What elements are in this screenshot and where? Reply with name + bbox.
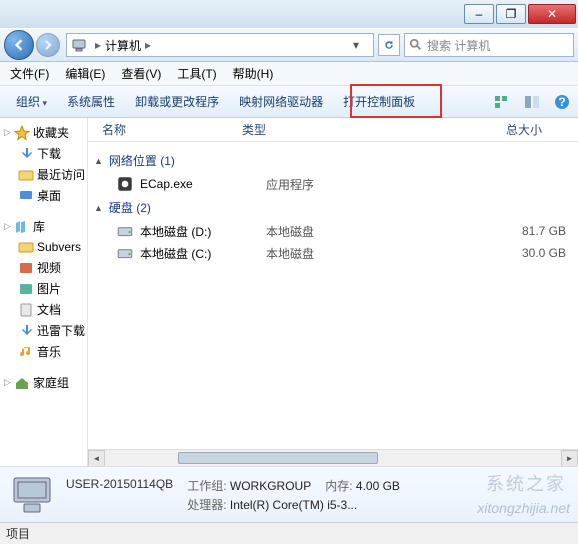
- svg-text:?: ?: [558, 95, 565, 109]
- menu-edit[interactable]: 编辑(E): [57, 63, 113, 84]
- music-icon: [18, 344, 34, 360]
- breadcrumb-dropdown[interactable]: ▾: [353, 38, 369, 52]
- search-icon: [409, 38, 423, 52]
- column-type[interactable]: 类型: [242, 121, 422, 138]
- column-size[interactable]: 总大小: [422, 121, 542, 138]
- drive-icon: [116, 244, 134, 262]
- window-titlebar: – ❐ ✕: [0, 0, 578, 28]
- menu-help[interactable]: 帮助(H): [225, 63, 282, 84]
- menu-bar: 文件(F) 编辑(E) 查看(V) 工具(T) 帮助(H): [0, 62, 578, 86]
- refresh-icon: [383, 39, 395, 51]
- star-icon: [14, 125, 30, 141]
- help-button[interactable]: ?: [552, 92, 572, 112]
- list-item[interactable]: ECap.exe应用程序: [88, 173, 578, 195]
- download-icon: [18, 146, 34, 162]
- sidebar-item-videos[interactable]: 视频: [0, 257, 87, 278]
- folder-icon: [18, 239, 34, 255]
- list-item[interactable]: 本地磁盘 (D:)本地磁盘81.7 GB: [88, 220, 578, 242]
- organize-button[interactable]: 组织: [6, 89, 57, 114]
- download-icon: [18, 323, 34, 339]
- view-mode-button[interactable]: [492, 92, 512, 112]
- breadcrumb-segment[interactable]: 计算机: [105, 37, 141, 54]
- menu-file[interactable]: 文件(F): [2, 63, 57, 84]
- drive-icon: [116, 222, 134, 240]
- search-input[interactable]: 搜索 计算机: [404, 33, 574, 57]
- list-item[interactable]: 本地磁盘 (C:)本地磁盘30.0 GB: [88, 242, 578, 264]
- sidebar-item-desktop[interactable]: 桌面: [0, 185, 87, 206]
- menu-tools[interactable]: 工具(T): [169, 63, 224, 84]
- details-computer-name: USER-20150114QB: [66, 477, 173, 494]
- breadcrumb-sep: ▸: [145, 38, 151, 52]
- sidebar-item-subversion[interactable]: Subvers: [0, 237, 87, 257]
- details-pane: USER-20150114QB 工作组: WORKGROUP 内存: 4.00 …: [0, 466, 578, 522]
- toolbar: 组织 系统属性 卸载或更改程序 映射网络驱动器 打开控制面板 ?: [0, 86, 578, 118]
- horizontal-scrollbar[interactable]: ◄ ►: [88, 449, 578, 466]
- group-header[interactable]: ▲硬盘 (2): [88, 195, 578, 220]
- video-icon: [18, 260, 34, 276]
- computer-icon: [71, 37, 87, 53]
- sidebar-libraries[interactable]: ▷ 库: [0, 216, 87, 237]
- folder-icon: [18, 167, 34, 183]
- menu-view[interactable]: 查看(V): [113, 63, 169, 84]
- search-placeholder: 搜索 计算机: [427, 37, 490, 54]
- chevron-down-icon: ▲: [94, 203, 103, 213]
- scroll-thumb[interactable]: [178, 452, 378, 464]
- maximize-button[interactable]: ❐: [496, 4, 526, 24]
- chevron-icon: ▷: [4, 377, 14, 388]
- sidebar-item-recent[interactable]: 最近访问: [0, 164, 87, 185]
- group-header[interactable]: ▲网络位置 (1): [88, 148, 578, 173]
- library-icon: [14, 219, 30, 235]
- preview-pane-button[interactable]: [522, 92, 542, 112]
- sidebar-favorites[interactable]: ▷ 收藏夹: [0, 122, 87, 143]
- status-bar: 项目: [0, 522, 578, 544]
- forward-button[interactable]: [36, 33, 60, 57]
- minimize-button[interactable]: –: [464, 4, 494, 24]
- homegroup-icon: [14, 375, 30, 391]
- chevron-down-icon: ▲: [94, 156, 103, 166]
- picture-icon: [18, 281, 34, 297]
- sidebar-item-pictures[interactable]: 图片: [0, 278, 87, 299]
- desktop-icon: [18, 188, 34, 204]
- sidebar-item-music[interactable]: 音乐: [0, 341, 87, 362]
- system-properties-button[interactable]: 系统属性: [57, 89, 125, 114]
- breadcrumb[interactable]: ▸ 计算机 ▸ ▾: [66, 33, 374, 57]
- breadcrumb-sep: ▸: [95, 38, 101, 52]
- sidebar-item-downloads[interactable]: 下载: [0, 143, 87, 164]
- uninstall-programs-button[interactable]: 卸载或更改程序: [125, 89, 229, 114]
- status-label: 项目: [6, 525, 30, 542]
- open-control-panel-button[interactable]: 打开控制面板: [333, 89, 425, 114]
- chevron-down-icon: ▷: [4, 127, 14, 138]
- app-icon: [116, 175, 134, 193]
- sidebar: ▷ 收藏夹 下载 最近访问 桌面 ▷ 库 Subvers: [0, 118, 88, 466]
- back-button[interactable]: [4, 30, 34, 60]
- chevron-down-icon: ▷: [4, 221, 14, 232]
- file-list-pane: 名称 类型 总大小 ▲网络位置 (1)ECap.exe应用程序▲硬盘 (2)本地…: [88, 118, 578, 466]
- sidebar-item-documents[interactable]: 文档: [0, 299, 87, 320]
- column-headers: 名称 类型 总大小: [88, 118, 578, 142]
- map-network-drive-button[interactable]: 映射网络驱动器: [229, 89, 333, 114]
- document-icon: [18, 302, 34, 318]
- column-name[interactable]: 名称: [102, 121, 242, 138]
- computer-icon: [8, 474, 56, 516]
- sidebar-homegroup[interactable]: ▷ 家庭组: [0, 372, 87, 393]
- sidebar-item-xunlei[interactable]: 迅雷下载: [0, 320, 87, 341]
- close-button[interactable]: ✕: [528, 4, 576, 24]
- scroll-right-button[interactable]: ►: [561, 450, 578, 466]
- refresh-button[interactable]: [378, 34, 400, 56]
- scroll-left-button[interactable]: ◄: [88, 450, 105, 466]
- address-bar-row: ▸ 计算机 ▸ ▾ 搜索 计算机: [0, 28, 578, 62]
